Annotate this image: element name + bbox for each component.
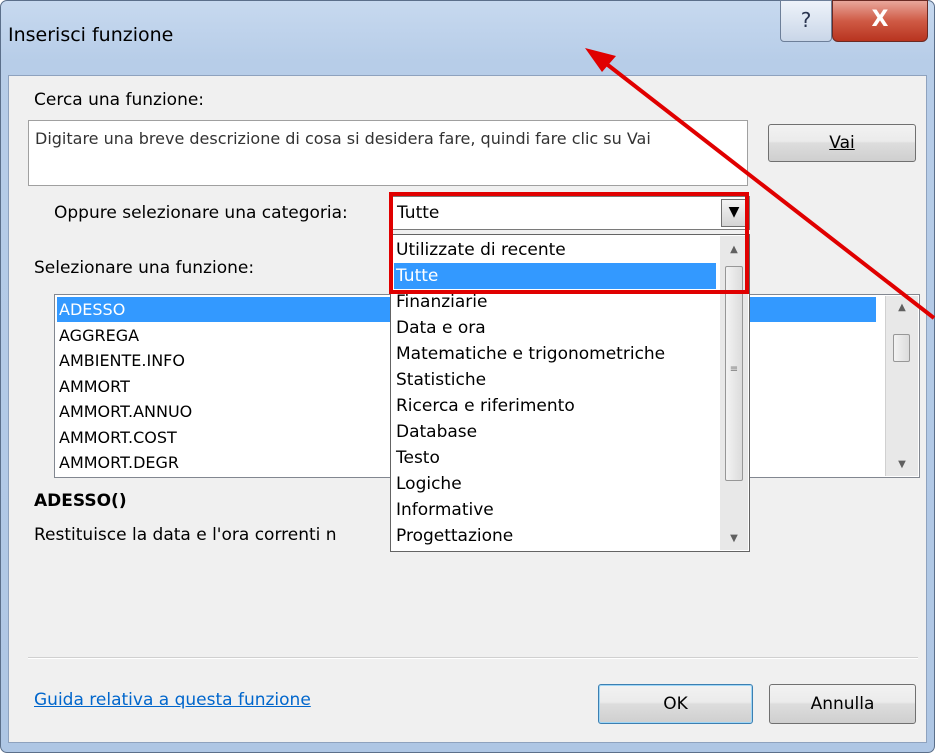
annotation-arrow — [585, 48, 935, 320]
